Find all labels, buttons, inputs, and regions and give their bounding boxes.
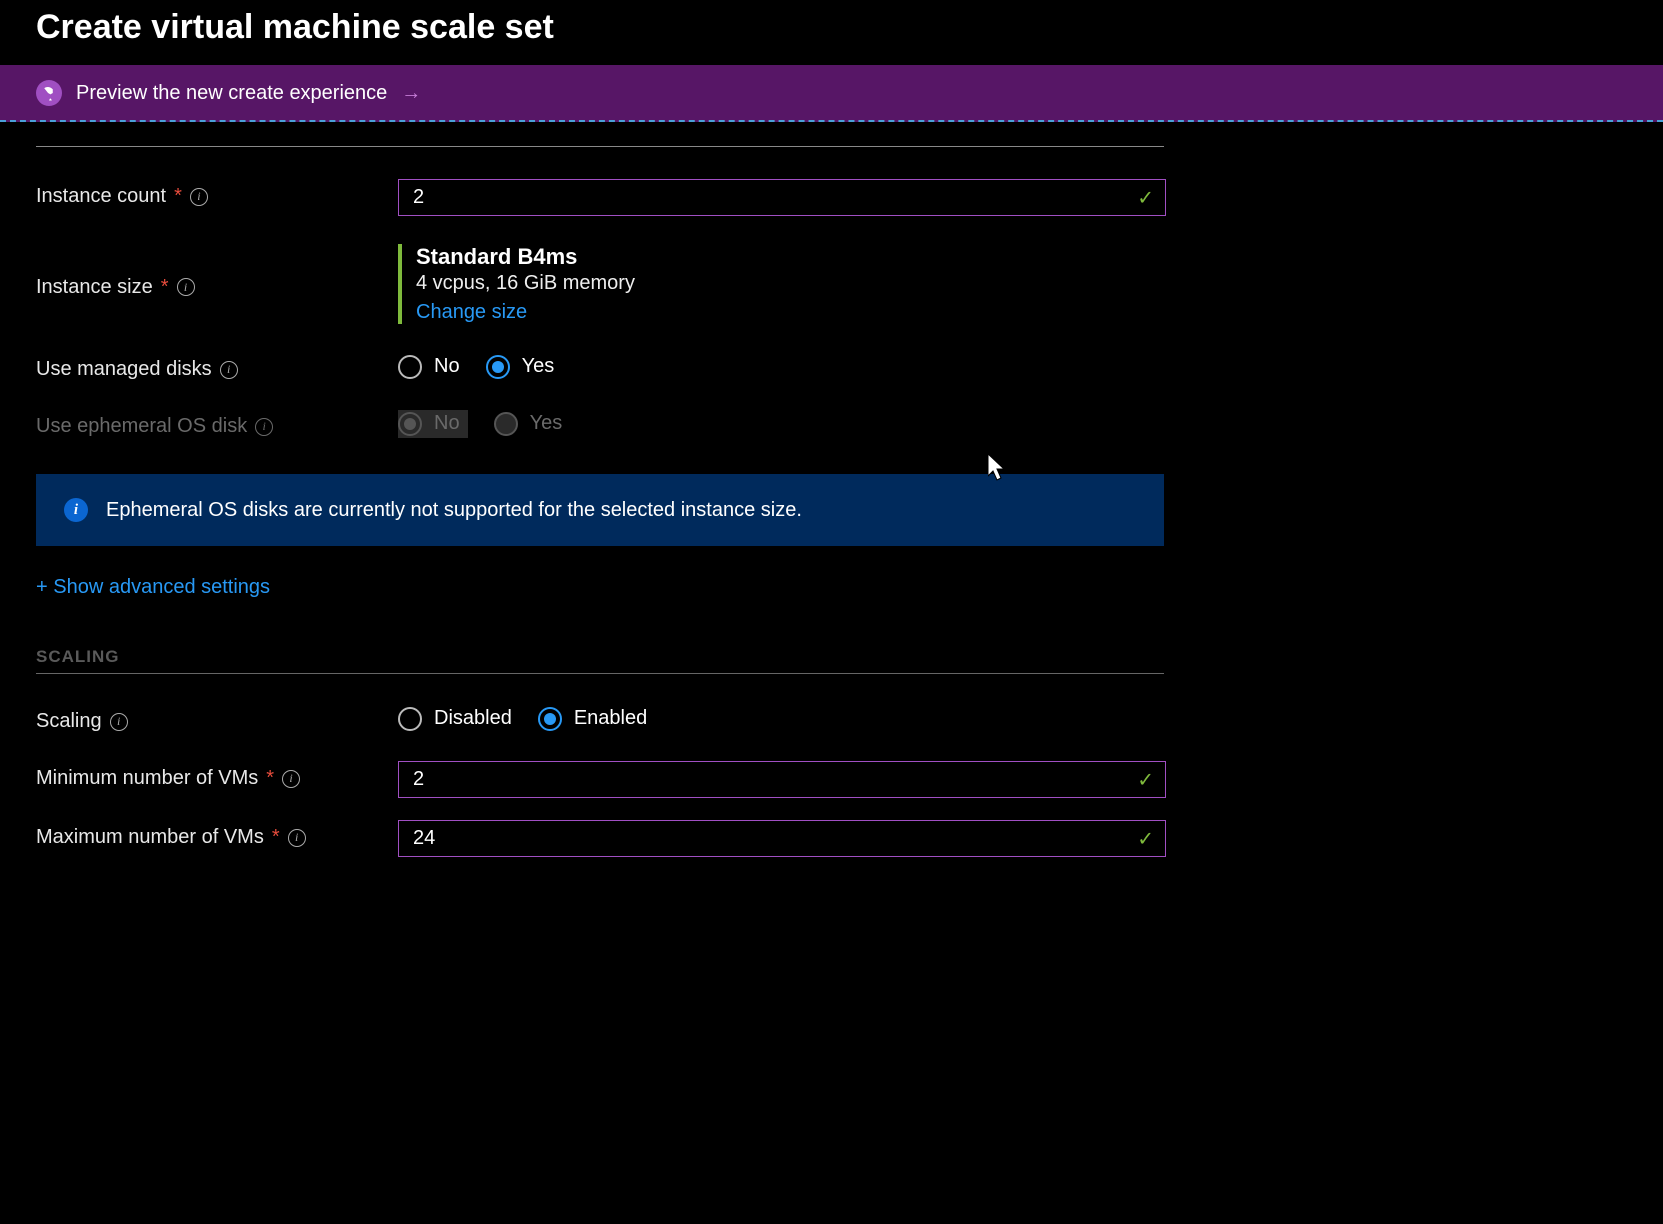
change-size-link[interactable]: Change size: [416, 301, 527, 324]
preview-banner-text: Preview the new create experience: [76, 82, 387, 105]
radio-label-no: No: [434, 355, 460, 378]
section-header-scaling: SCALING: [36, 647, 1627, 667]
row-managed-disks: Use managed disks i No Yes: [36, 352, 1627, 381]
info-icon: i: [64, 498, 88, 522]
info-icon[interactable]: i: [288, 829, 306, 847]
check-icon: ✓: [1137, 767, 1154, 792]
check-icon: ✓: [1137, 826, 1154, 851]
label-max-vms: Maximum number of VMs: [36, 826, 264, 849]
radio-label-yes: Yes: [530, 412, 563, 435]
info-icon[interactable]: i: [282, 770, 300, 788]
required-asterisk: *: [161, 276, 169, 299]
row-max-vms: Maximum number of VMs * i ✓: [36, 820, 1627, 857]
row-ephemeral-disk: Use ephemeral OS disk i No Yes: [36, 409, 1627, 438]
arrow-right-icon: →: [401, 82, 421, 105]
info-banner: i Ephemeral OS disks are currently not s…: [36, 474, 1164, 546]
show-advanced-link[interactable]: + Show advanced settings: [36, 576, 270, 599]
page-title: Create virtual machine scale set: [0, 0, 1663, 65]
radio-ephemeral-yes: Yes: [494, 412, 563, 436]
size-specs: 4 vcpus, 16 GiB memory: [416, 272, 1166, 295]
required-asterisk: *: [266, 767, 274, 790]
label-ephemeral-disk: Use ephemeral OS disk: [36, 415, 247, 438]
info-icon[interactable]: i: [110, 713, 128, 731]
required-asterisk: *: [272, 826, 280, 849]
radio-scaling-enabled[interactable]: Enabled: [538, 707, 647, 731]
label-managed-disks: Use managed disks: [36, 358, 212, 381]
size-name: Standard B4ms: [416, 244, 1166, 270]
row-instance-size: Instance size * i Standard B4ms 4 vcpus,…: [36, 244, 1627, 324]
row-min-vms: Minimum number of VMs * i ✓: [36, 761, 1627, 798]
input-instance-count[interactable]: [398, 179, 1166, 216]
radio-scaling-disabled[interactable]: Disabled: [398, 707, 512, 731]
radio-label-yes: Yes: [522, 355, 555, 378]
size-block: Standard B4ms 4 vcpus, 16 GiB memory Cha…: [398, 244, 1166, 324]
preview-banner[interactable]: Preview the new create experience →: [0, 65, 1663, 122]
row-scaling: Scaling i Disabled Enabled: [36, 704, 1627, 733]
radio-managed-no[interactable]: No: [398, 355, 460, 379]
input-max-vms[interactable]: [398, 820, 1166, 857]
info-icon[interactable]: i: [255, 418, 273, 436]
info-text: Ephemeral OS disks are currently not sup…: [106, 499, 802, 522]
radio-label-enabled: Enabled: [574, 707, 647, 730]
radio-label-no: No: [434, 412, 460, 435]
row-instance-count: Instance count * i ✓: [36, 179, 1627, 216]
radio-ephemeral-no: No: [398, 410, 468, 438]
divider: [36, 673, 1164, 674]
label-instance-size: Instance size: [36, 276, 153, 299]
input-min-vms[interactable]: [398, 761, 1166, 798]
label-instance-count: Instance count: [36, 185, 166, 208]
rocket-icon: [36, 80, 62, 106]
label-min-vms: Minimum number of VMs: [36, 767, 258, 790]
info-icon[interactable]: i: [190, 188, 208, 206]
radio-managed-yes[interactable]: Yes: [486, 355, 555, 379]
required-asterisk: *: [174, 185, 182, 208]
divider: [36, 146, 1164, 147]
radio-label-disabled: Disabled: [434, 707, 512, 730]
check-icon: ✓: [1137, 185, 1154, 210]
label-scaling: Scaling: [36, 710, 102, 733]
info-icon[interactable]: i: [220, 361, 238, 379]
info-icon[interactable]: i: [177, 278, 195, 296]
